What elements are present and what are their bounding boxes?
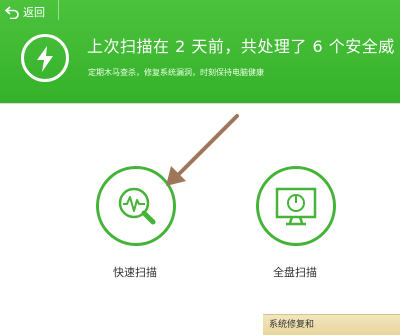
full-scan-label: 全盘扫描 <box>273 266 317 279</box>
system-repair-tab[interactable]: 系统修复和 <box>263 314 400 335</box>
back-label: 返回 <box>23 6 45 19</box>
back-arrow-icon <box>4 5 19 19</box>
scan-status-headline: 上次扫描在 2 天前，共处理了 6 个安全威 <box>87 37 395 56</box>
back-separator <box>58 0 59 20</box>
back-button[interactable]: 返回 <box>4 4 45 20</box>
header-divider <box>0 103 400 104</box>
full-scan-button[interactable] <box>256 166 336 246</box>
lightning-bolt-icon <box>21 34 69 82</box>
monitor-icon <box>275 187 317 226</box>
header-banner: 返回 上次扫描在 2 天前，共处理了 6 个安全威 定期木马查杀，修复系统漏洞，… <box>0 0 400 103</box>
magnifier-pulse-icon <box>118 187 156 225</box>
scan-status-subline: 定期木马查杀，修复系统漏洞，时刻保持电脑健康 <box>88 68 264 77</box>
quick-scan-button[interactable] <box>96 166 176 246</box>
quick-scan-label: 快速扫描 <box>113 266 157 279</box>
